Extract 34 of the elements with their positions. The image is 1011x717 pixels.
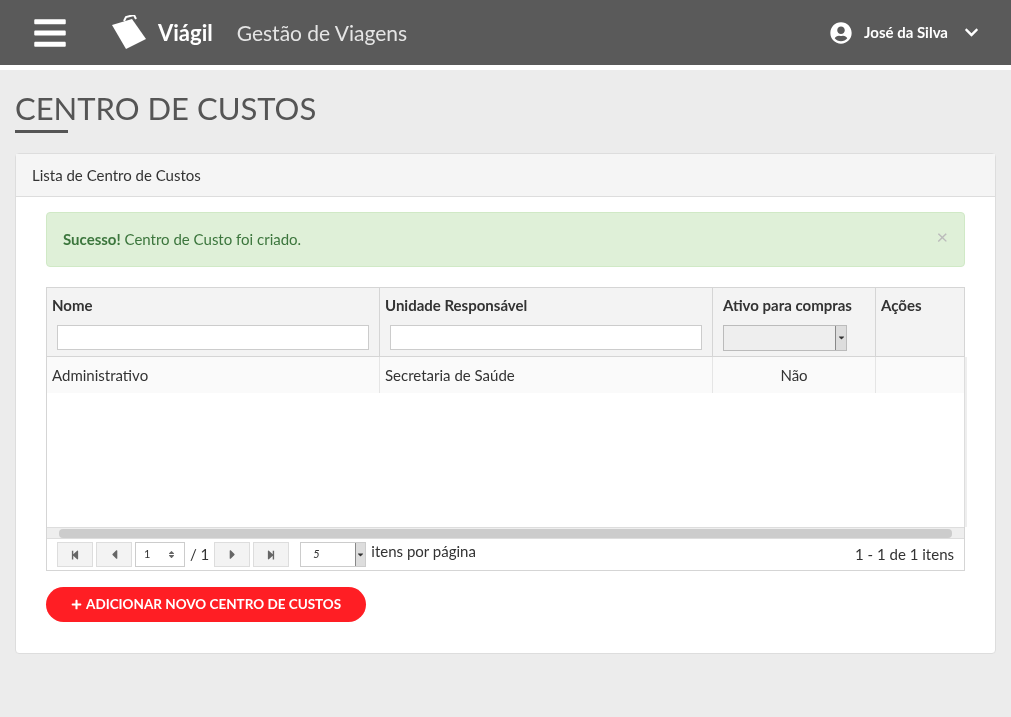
horizontal-scrollbar[interactable] — [47, 527, 964, 539]
first-page-button[interactable] — [57, 542, 93, 567]
add-cost-center-button[interactable]: ADICIONAR NOVO CENTRO DE CUSTOS — [46, 587, 367, 622]
user-name[interactable]: José da Silva — [864, 21, 948, 44]
plus-icon — [71, 599, 82, 610]
column-header[interactable]: Nome — [52, 294, 374, 317]
caret-icon — [836, 333, 846, 342]
user-icon — [830, 21, 853, 44]
table-cell: Não — [713, 357, 876, 393]
alert-message: Sucesso! Centro de Custo foi criado. — [63, 229, 302, 251]
page-title: CENTRO DE CUSTOS — [15, 90, 317, 126]
caret-down-icon — [356, 550, 366, 559]
next-page-button[interactable] — [214, 542, 251, 567]
vertical-scrollbar[interactable] — [964, 357, 967, 527]
filter-field[interactable] — [57, 324, 369, 350]
app-subtitle: Gestão de Viagens — [236, 18, 408, 47]
pager-summary: 1 - 1 de 1 itens — [855, 544, 954, 566]
spinner-arrows-icon[interactable] — [167, 550, 176, 559]
column-header[interactable]: Ativo para compras — [723, 294, 852, 317]
total-pages: / 1 — [190, 544, 210, 566]
column-header[interactable]: Unidade Responsável — [385, 294, 707, 317]
brand-name: Viágil — [158, 18, 213, 48]
previous-page-button[interactable] — [96, 542, 132, 567]
page-size-label: itens por página — [371, 541, 476, 563]
last-page-icon — [266, 549, 277, 560]
last-page-button[interactable] — [253, 542, 290, 567]
first-page-icon — [70, 549, 80, 560]
filter-field[interactable] — [390, 324, 702, 350]
page-size-dropdown[interactable]: 5 — [300, 542, 367, 567]
table-cell: Administrativo — [47, 357, 380, 393]
table-cell: Secretaria de Saúde — [380, 357, 713, 393]
column-header[interactable]: Ações — [881, 294, 959, 317]
page-number-field[interactable]: 1 — [135, 542, 185, 567]
panel-heading: Lista de Centro de Custos — [16, 154, 995, 197]
